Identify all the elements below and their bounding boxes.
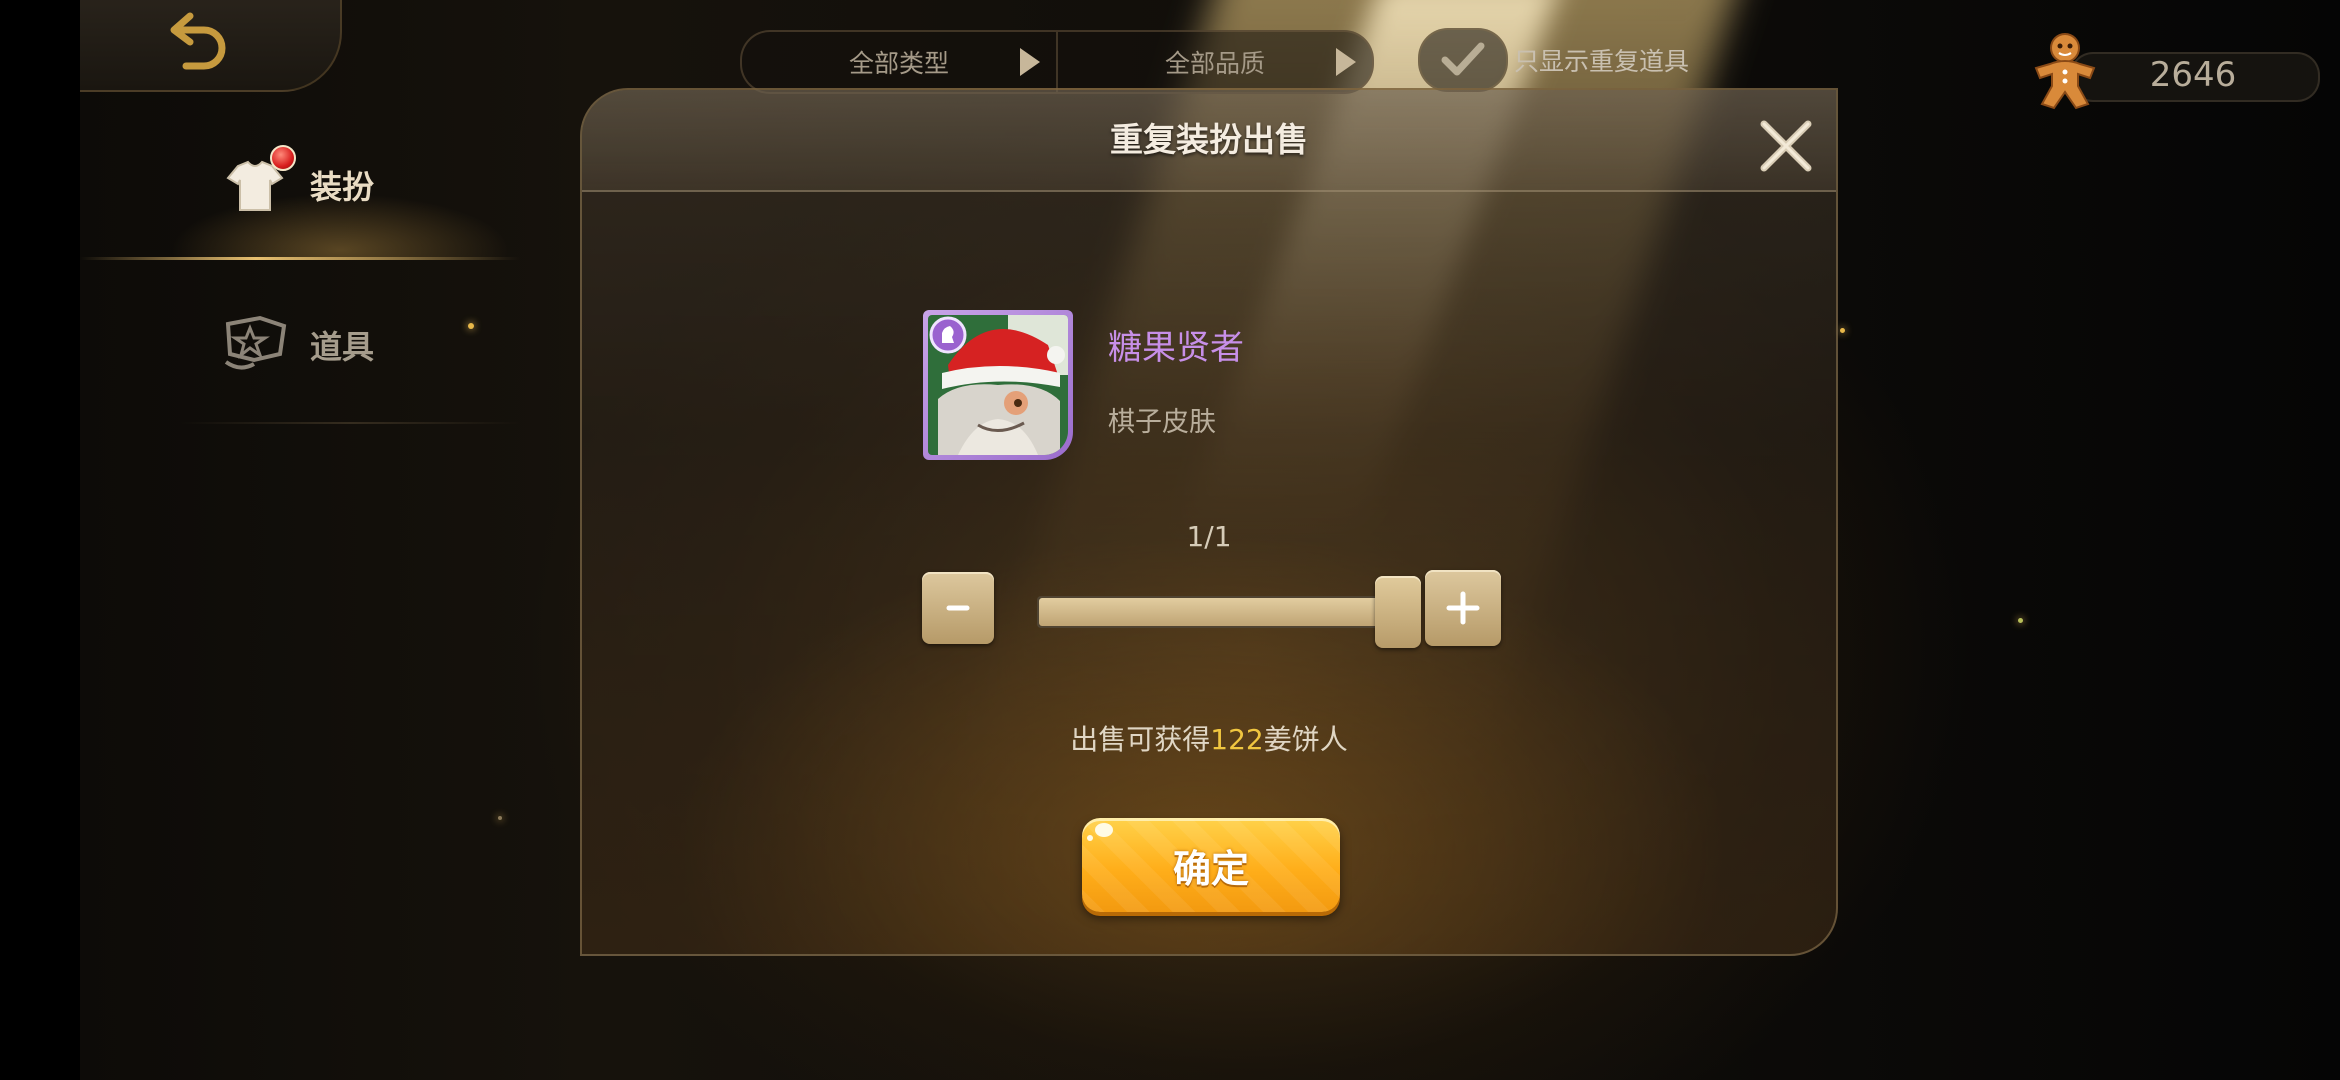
reward-prefix: 出售可获得: [1070, 723, 1211, 756]
dropdown-arrow-icon: [1336, 48, 1356, 76]
sidebar: 装扮 道具: [80, 0, 520, 1080]
quality-filter-dropdown[interactable]: 全部品质: [1056, 32, 1372, 92]
quality-filter-label: 全部品质: [1164, 49, 1265, 78]
back-arrow-icon: [170, 12, 226, 70]
sparkle: [2018, 618, 2023, 623]
currency-display: 2646: [2030, 30, 2320, 110]
divider: [180, 422, 520, 424]
plus-icon: [1446, 591, 1480, 625]
candy-sage-portrait: [928, 315, 1068, 455]
currency-amount: 2646: [2149, 55, 2237, 95]
close-icon: [1760, 120, 1812, 172]
sidebar-item-outfit[interactable]: 装扮: [80, 110, 520, 260]
quantity-display: 1/1: [1186, 520, 1232, 553]
item-type: 棋子皮肤: [1108, 407, 1216, 438]
type-filter-label: 全部类型: [848, 49, 949, 78]
item-name: 糖果贤者: [1108, 328, 1244, 368]
confirm-label: 确定: [1172, 846, 1249, 891]
shine-icon: [1087, 823, 1113, 841]
decrease-button[interactable]: [922, 572, 994, 644]
minus-icon: [946, 605, 970, 611]
sparkle: [1840, 328, 1845, 333]
item-thumbnail: [923, 310, 1073, 460]
confirm-button[interactable]: 确定: [1082, 818, 1340, 912]
filter-bar: 全部类型 全部品质: [740, 30, 1374, 94]
reward-text: 出售可获得122姜饼人: [582, 718, 1836, 758]
outfit-icon: [220, 145, 296, 220]
increase-button[interactable]: [1425, 570, 1501, 646]
slider-fill: [1039, 598, 1386, 626]
duplicates-only-label: 只显示重复道具: [1514, 47, 1690, 76]
reward-amount: 122: [1210, 723, 1264, 756]
sidebar-item-label: 道具: [310, 328, 375, 366]
sell-duplicate-modal: 重复装扮出售 糖果贤者 棋子皮肤 1/1 出售可获得122姜饼人 确定: [580, 88, 1838, 956]
game-screen: 装扮 道具 全部类型 全部品质 只显示重复道具 2646 重复装扮出售 糖果贤者…: [0, 0, 2340, 1080]
close-button[interactable]: [1758, 118, 1814, 174]
duplicates-only-checkbox[interactable]: [1418, 28, 1508, 92]
modal-title: 重复装扮出售: [1110, 120, 1308, 159]
slider-handle[interactable]: [1375, 576, 1421, 648]
notification-dot: [270, 145, 296, 171]
type-filter-dropdown[interactable]: 全部类型: [742, 32, 1056, 92]
item-icon: [220, 310, 290, 380]
sidebar-item-items[interactable]: 道具: [80, 270, 520, 420]
screen-edge: [0, 0, 80, 1080]
gingerbread-icon: [2034, 33, 2096, 110]
sidebar-item-label: 装扮: [310, 168, 375, 206]
reward-currency: 姜饼人: [1263, 723, 1348, 756]
duplicates-only-toggle[interactable]: 只显示重复道具: [1418, 28, 1689, 92]
checkmark-icon: [1441, 42, 1485, 76]
quantity-slider[interactable]: [1037, 596, 1411, 628]
back-button[interactable]: [80, 0, 342, 92]
dropdown-arrow-icon: [1020, 48, 1040, 76]
